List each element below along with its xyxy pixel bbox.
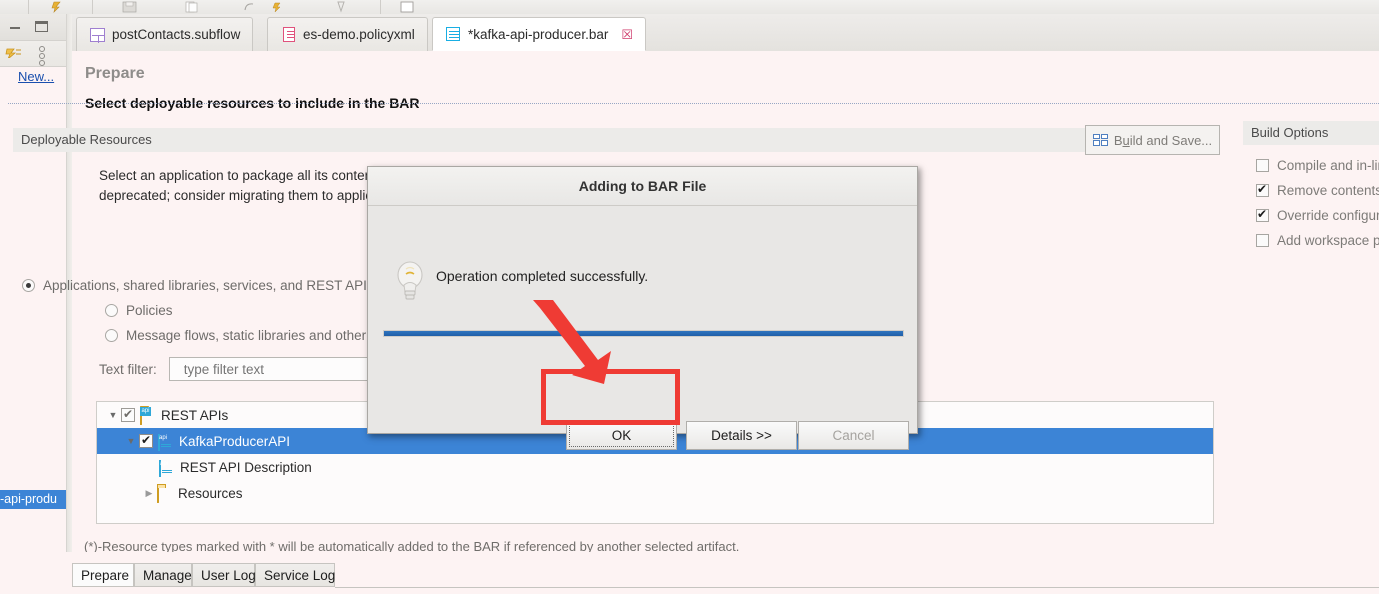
- main-toolbar: [0, 0, 1379, 15]
- toolbar-new-window-icon[interactable]: [400, 1, 416, 13]
- radio-message-flows-indicator[interactable]: [105, 329, 118, 342]
- rail-menu-icon[interactable]: [39, 46, 43, 61]
- build-options-section: Build Options: [1243, 121, 1379, 145]
- tab-manage[interactable]: Manage: [134, 563, 192, 587]
- toolbar-cursor-icon[interactable]: [335, 1, 351, 13]
- dialog-message: Operation completed successfully.: [436, 268, 648, 284]
- rail-selected-item[interactable]: -api-produ: [0, 490, 66, 509]
- text-filter-label: Text filter:: [99, 362, 157, 377]
- checkbox-add-workspace-refs[interactable]: Add workspace project references: [1256, 233, 1379, 248]
- editor-tab-bar: postContacts.subflow es-demo.policyxml *…: [72, 14, 1379, 52]
- checkbox-indicator[interactable]: [1256, 209, 1269, 222]
- build-and-save-button[interactable]: Build and Save...: [1085, 125, 1220, 155]
- tab-label: es-demo.policyxml: [303, 27, 415, 42]
- close-icon[interactable]: ☒: [621, 28, 633, 41]
- checkbox-remove-contents[interactable]: Remove contents of the BAR before buildi…: [1256, 183, 1379, 198]
- chevron-right-icon[interactable]: [141, 488, 157, 499]
- cancel-button: Cancel: [798, 421, 909, 450]
- checkbox-compile-and-inline[interactable]: Compile and in-line resources: [1256, 158, 1379, 173]
- checkbox-indicator[interactable]: [1256, 159, 1269, 172]
- checkbox-label: Remove contents of the BAR before buildi…: [1277, 183, 1379, 198]
- radio-applications-label: Applications, shared libraries, services…: [43, 278, 374, 293]
- subflow-icon: [89, 27, 105, 43]
- tree-row-rest-api-description[interactable]: api REST API Description: [97, 454, 1213, 480]
- tab-user-log[interactable]: User Log: [192, 563, 255, 587]
- dialog-body: Operation completed successfully. OK Det…: [368, 206, 917, 435]
- tree-item-label: REST API Description: [180, 460, 312, 475]
- api-description-icon: api: [159, 460, 176, 475]
- checkbox-label: Override configurable property values: [1277, 208, 1379, 223]
- radio-policies-label: Policies: [126, 303, 173, 318]
- lightbulb-icon: [393, 258, 427, 306]
- rail-deploy-icon[interactable]: [5, 46, 21, 58]
- rail-secondary-toolbar: [0, 41, 66, 67]
- progress-bar-fill: [384, 331, 903, 336]
- rail-window-controls: [0, 14, 66, 41]
- maximize-icon[interactable]: [34, 20, 48, 32]
- bottom-tab-filler: [335, 563, 1379, 588]
- minimize-icon[interactable]: [9, 20, 23, 32]
- chevron-down-icon[interactable]: [123, 436, 139, 446]
- folder-icon: [157, 486, 174, 501]
- build-grid-icon: [1093, 134, 1108, 147]
- checkbox-label: Compile and in-line resources: [1277, 158, 1379, 173]
- checkbox-override-configurable[interactable]: Override configurable property values: [1256, 208, 1379, 223]
- page-kicker: Prepare: [85, 65, 145, 83]
- new-link[interactable]: New...: [18, 69, 54, 84]
- policy-document-icon: [280, 27, 296, 43]
- checkbox-rest-apis[interactable]: [121, 408, 135, 422]
- adding-to-bar-dialog: Adding to BAR File Operation completed s…: [367, 166, 918, 434]
- deployable-resources-section: Deployable Resources: [13, 128, 1158, 152]
- progress-bar: [383, 330, 904, 337]
- folder-api-icon: api: [140, 408, 157, 423]
- checkbox-indicator[interactable]: [1256, 184, 1269, 197]
- tab-kafka-api-producer-bar[interactable]: *kafka-api-producer.bar ☒: [432, 17, 646, 51]
- radio-applications[interactable]: Applications, shared libraries, services…: [22, 278, 374, 293]
- editor-bottom-tabs: Prepare Manage User Log Service Log: [0, 552, 1307, 594]
- tab-postcontacts-subflow[interactable]: postContacts.subflow: [76, 17, 253, 51]
- dialog-title: Adding to BAR File: [368, 167, 917, 206]
- api-icon: api: [158, 434, 175, 449]
- toolbar-run-icon[interactable]: [50, 1, 66, 13]
- radio-policies[interactable]: Policies: [105, 303, 173, 318]
- toolbar-save-icon[interactable]: [122, 1, 138, 13]
- checkbox-kafkaproducerapi[interactable]: [139, 434, 153, 448]
- checkbox-indicator[interactable]: [1256, 234, 1269, 247]
- tree-item-label: REST APIs: [161, 408, 228, 423]
- tab-label: *kafka-api-producer.bar: [468, 27, 608, 42]
- deployable-resources-title: Deployable Resources: [13, 128, 1158, 152]
- ok-button[interactable]: OK: [566, 421, 677, 450]
- left-view-rail: New... -api-produ: [0, 14, 66, 594]
- radio-applications-indicator[interactable]: [22, 279, 35, 292]
- tab-prepare[interactable]: Prepare: [72, 563, 134, 587]
- tree-item-label: Resources: [178, 486, 243, 501]
- tab-label: postContacts.subflow: [112, 27, 240, 42]
- checkbox-label: Add workspace project references: [1277, 233, 1379, 248]
- chevron-down-icon[interactable]: [105, 410, 121, 420]
- details-button[interactable]: Details >>: [686, 421, 797, 450]
- radio-policies-indicator[interactable]: [105, 304, 118, 317]
- application-window: New... -api-produ postContacts.subflow e…: [0, 0, 1379, 594]
- tree-row-resources[interactable]: Resources: [97, 480, 1213, 506]
- toolbar-copy-icon[interactable]: [185, 1, 201, 13]
- toolbar-undo-icon[interactable]: [243, 1, 259, 13]
- page-header: Prepare Select deployable resources to i…: [72, 51, 1379, 119]
- tab-service-log[interactable]: Service Log: [255, 563, 335, 587]
- build-options-title: Build Options: [1243, 121, 1379, 145]
- bar-file-icon: [445, 26, 461, 42]
- header-divider: [8, 103, 1379, 104]
- tree-item-label: KafkaProducerAPI: [179, 434, 290, 449]
- build-and-save-label: Build and Save...: [1114, 133, 1212, 148]
- tab-es-demo-policyxml[interactable]: es-demo.policyxml: [267, 17, 428, 51]
- toolbar-deploy-icon[interactable]: [272, 1, 288, 13]
